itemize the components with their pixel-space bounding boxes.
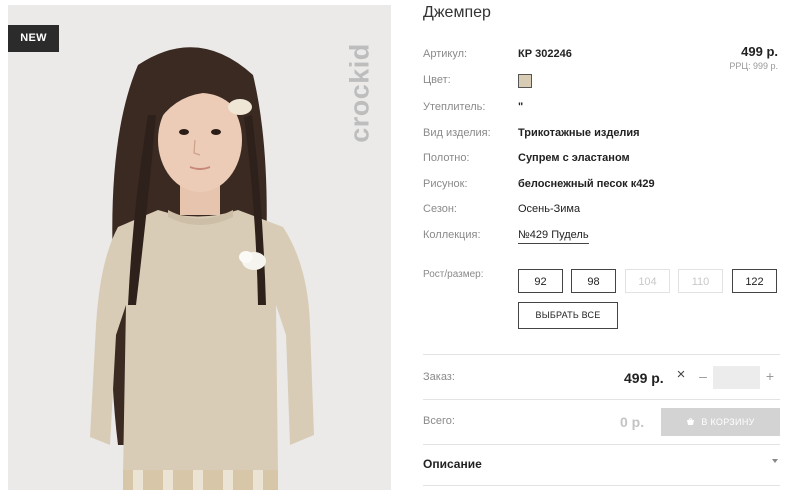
- close-icon: ×: [676, 366, 686, 383]
- spec-label: Сезон:: [423, 203, 457, 215]
- chevron-down-icon[interactable]: [772, 459, 778, 463]
- product-title: Джемпер: [423, 4, 491, 21]
- basket-icon: [686, 409, 695, 437]
- color-swatch[interactable]: [518, 74, 532, 88]
- spec-label: Вид изделия:: [423, 127, 491, 139]
- size-option-110: 110: [678, 269, 723, 293]
- swatch-icon[interactable]: [518, 74, 532, 88]
- order-price: 499 р.: [624, 370, 664, 386]
- divider: [423, 354, 780, 355]
- quantity-decrease-button[interactable]: –: [697, 369, 709, 383]
- product-image: [8, 5, 391, 490]
- size-option-122[interactable]: 122: [732, 269, 777, 293]
- quantity-increase-button[interactable]: +: [764, 369, 776, 383]
- spec-label: Артикул:: [423, 48, 468, 60]
- divider: [423, 444, 780, 445]
- total-label: Всего:: [423, 415, 455, 427]
- product-photo[interactable]: NEW crockid: [8, 5, 391, 490]
- spec-value: Трикотажные изделия: [518, 127, 640, 139]
- add-to-cart-button[interactable]: В КОРЗИНУ: [661, 408, 780, 436]
- spec-label: Коллекция:: [423, 229, 481, 241]
- add-to-cart-label: В КОРЗИНУ: [701, 417, 755, 427]
- size-option-98[interactable]: 98: [571, 269, 616, 293]
- rrp-price: РРЦ: 999 р.: [729, 61, 778, 71]
- size-option-104: 104: [625, 269, 670, 293]
- sizes-label: Рост/размер:: [423, 269, 484, 280]
- spec-value: Супрем с эластаном: [518, 152, 630, 164]
- spec-value: ": [518, 101, 524, 113]
- description-toggle[interactable]: Описание: [423, 457, 482, 471]
- brand-logo-text: crockid: [344, 43, 375, 143]
- collection-link[interactable]: №429 Пудель: [518, 229, 589, 244]
- order-label: Заказ:: [423, 371, 455, 383]
- divider: [423, 485, 780, 486]
- product-price: 499 р.: [741, 44, 778, 59]
- select-all-sizes-button[interactable]: ВЫБРАТЬ ВСЕ: [518, 302, 618, 329]
- divider: [423, 399, 780, 400]
- spec-value: КР 302246: [518, 48, 572, 60]
- brand-logo: crockid: [345, 23, 375, 163]
- spec-label: Рисунок:: [423, 178, 468, 190]
- spec-value: Осень-Зима: [518, 203, 581, 215]
- new-badge: NEW: [8, 25, 59, 52]
- quantity-input[interactable]: [713, 366, 760, 389]
- spec-value: белоснежный песок к429: [518, 178, 655, 190]
- spec-label: Цвет:: [423, 74, 451, 86]
- total-value: 0 р.: [620, 414, 645, 430]
- size-option-92[interactable]: 92: [518, 269, 563, 293]
- spec-label: Полотно:: [423, 152, 470, 164]
- spec-label: Утеплитель:: [423, 101, 486, 113]
